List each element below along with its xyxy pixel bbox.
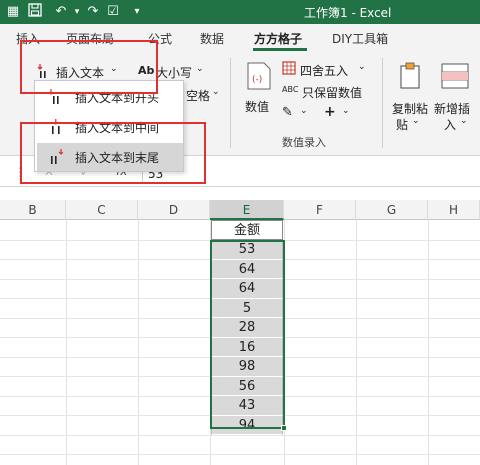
fill-handle[interactable] <box>281 425 287 431</box>
row-grid-line <box>0 454 480 455</box>
grid-line <box>428 220 429 465</box>
tab-fangfang[interactable]: 方方格子 <box>254 30 302 47</box>
insert-rows-icon <box>440 62 470 93</box>
amount-header-cell[interactable]: 金额 <box>211 220 283 240</box>
numeric-value-button[interactable]: (-) 数值 <box>242 60 276 120</box>
column-header-e[interactable]: E <box>210 200 284 220</box>
redo-icon[interactable]: ↷ <box>84 3 102 21</box>
highlight-box-insert-end <box>20 122 206 184</box>
grid-line <box>66 220 67 465</box>
column-header-b[interactable]: B <box>0 200 66 220</box>
new-insert-button[interactable]: 新增插 入 ⌄ <box>434 60 480 132</box>
space-label: 空格 <box>186 89 211 103</box>
chevron-down-icon: ⌄ <box>358 62 366 72</box>
title-bar: ▦ ↶ ▾ ↷ ☑ ▾ 工作簿1 - Excel <box>0 0 480 24</box>
numeric-value-icon: (-) <box>246 62 272 93</box>
group-separator <box>230 58 231 148</box>
plus-icon: + <box>324 104 336 120</box>
column-header-c[interactable]: C <box>66 200 138 220</box>
group-separator <box>382 58 383 148</box>
new-insert-label: 新增插 <box>434 102 471 116</box>
save-icon[interactable] <box>26 3 44 21</box>
grid-line <box>356 220 357 465</box>
chevron-down-icon: ⌄ <box>342 106 350 116</box>
svg-text:(-): (-) <box>252 75 262 85</box>
case-label: 大小写 <box>156 66 193 80</box>
grid-line <box>138 220 139 465</box>
clipboard-icon <box>398 62 424 93</box>
customize-toolbar-icon[interactable]: ▾ <box>128 3 146 21</box>
plus-dropdown-button[interactable]: + ⌄ <box>324 104 364 124</box>
chevron-down-icon: ⌄ <box>300 106 308 116</box>
chevron-down-icon: ⌄ <box>212 87 220 97</box>
table-icon <box>282 61 296 78</box>
column-headers: B C D E F G H <box>0 200 480 220</box>
abc-icon: ABC <box>282 85 299 94</box>
round-button[interactable]: 四舍五入 ⌄ <box>282 60 372 80</box>
excel-logo-icon: ▦ <box>6 4 20 19</box>
copy-paste-label-2: 贴 <box>396 118 409 132</box>
new-insert-label-2: 入 <box>444 118 457 132</box>
column-header-d[interactable]: D <box>138 200 210 220</box>
copy-paste-button[interactable]: 复制粘 贴 ⌄ <box>390 60 432 132</box>
numeric-value-label: 数值 <box>245 100 270 114</box>
active-tab-indicator <box>253 48 307 51</box>
chevron-down-icon: ⌄ <box>196 64 204 74</box>
copy-paste-label: 复制粘 <box>392 102 429 116</box>
edit-icon: ✎ <box>282 105 293 120</box>
round-label: 四舍五入 <box>300 64 349 78</box>
edit-dropdown-button[interactable]: ✎ ⌄ <box>282 104 322 124</box>
tab-diy-toolbox[interactable]: DIY工具箱 <box>332 30 388 47</box>
selection-border <box>210 240 285 429</box>
column-header-g[interactable]: G <box>356 200 428 220</box>
window-title: 工作簿1 - Excel <box>304 6 392 20</box>
space-button[interactable]: 空格 ⌄ <box>184 84 224 106</box>
keep-numeric-button[interactable]: ABC 只保留数值 <box>282 82 372 102</box>
chevron-down-icon: ⌄ <box>412 116 420 126</box>
column-header-f[interactable]: F <box>284 200 356 220</box>
keep-numeric-label: 只保留数值 <box>302 86 363 100</box>
numeric-entry-group-label: 数值录入 <box>282 136 326 149</box>
column-header-h[interactable]: H <box>428 200 480 220</box>
tab-data[interactable]: 数据 <box>200 30 224 47</box>
quick-access-icon[interactable]: ☑ <box>104 3 122 21</box>
highlight-box-insert-text <box>20 40 158 94</box>
chevron-down-icon: ⌄ <box>460 116 468 126</box>
